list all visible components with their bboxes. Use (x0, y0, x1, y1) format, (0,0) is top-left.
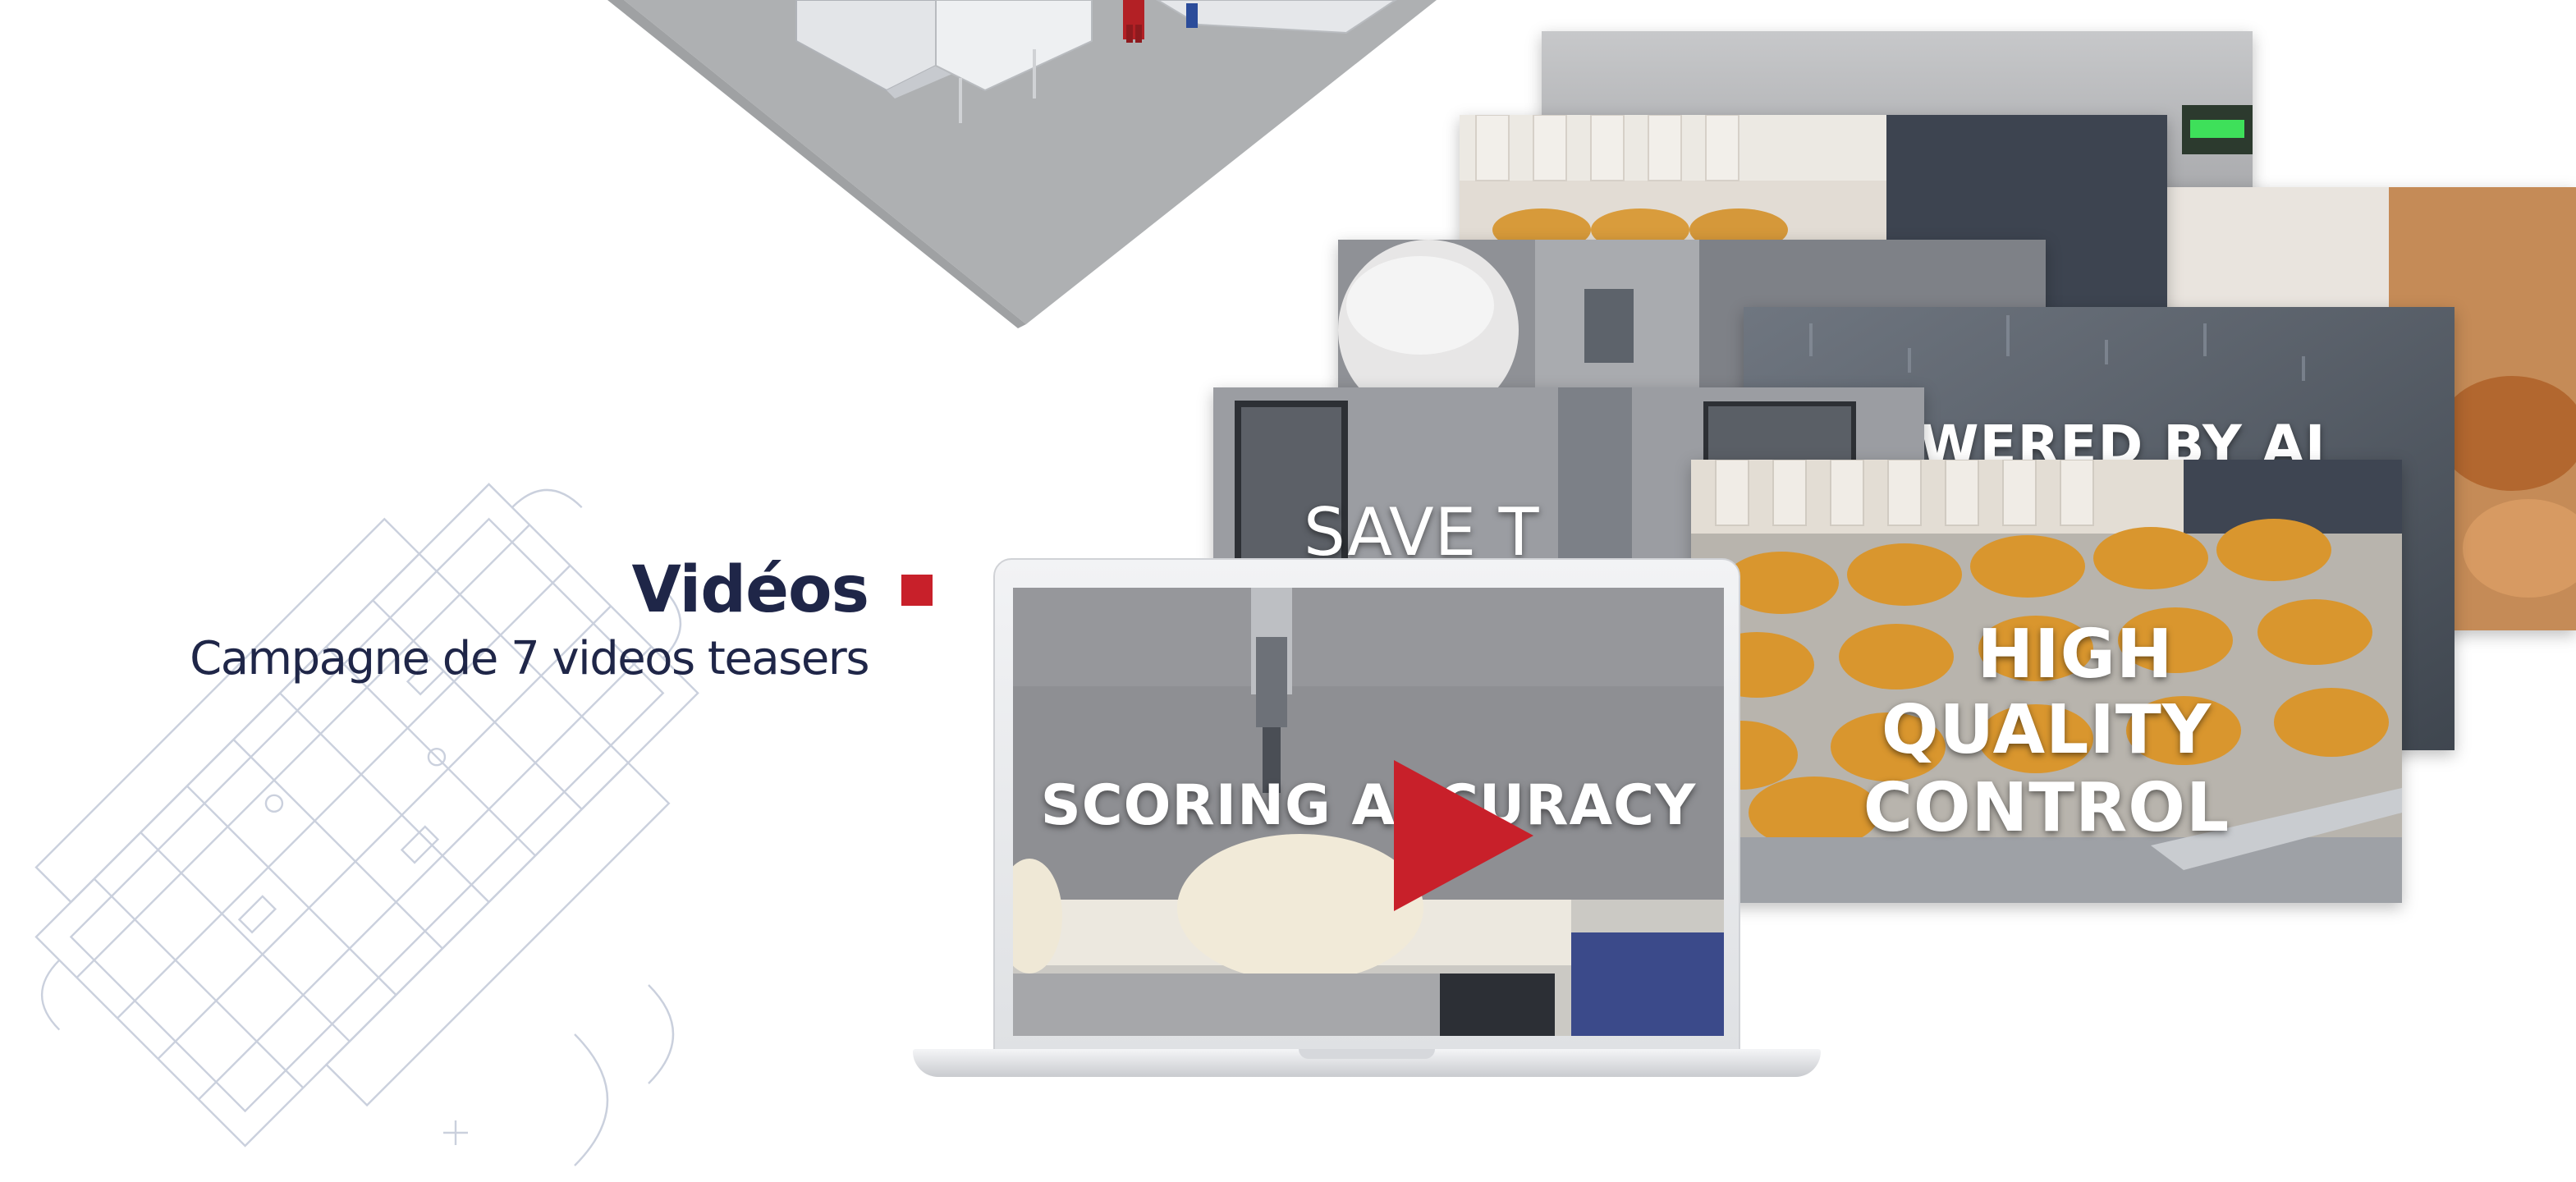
play-icon[interactable] (1394, 760, 1533, 911)
laptop-lid: SCORING ACCURACY (993, 558, 1740, 1051)
section-subtitle: Campagne de 7 videos teasers (190, 632, 869, 685)
section-header: Vidéos Campagne de 7 videos teasers (48, 553, 933, 685)
section-title: Vidéos (631, 553, 869, 627)
main-video[interactable]: SCORING ACCURACY (1013, 588, 1724, 1036)
laptop-notch (1299, 1049, 1435, 1059)
laptop-video-player: SCORING ACCURACY (913, 558, 1821, 1084)
video-caption: SCORING ACCURACY (1040, 773, 1697, 838)
